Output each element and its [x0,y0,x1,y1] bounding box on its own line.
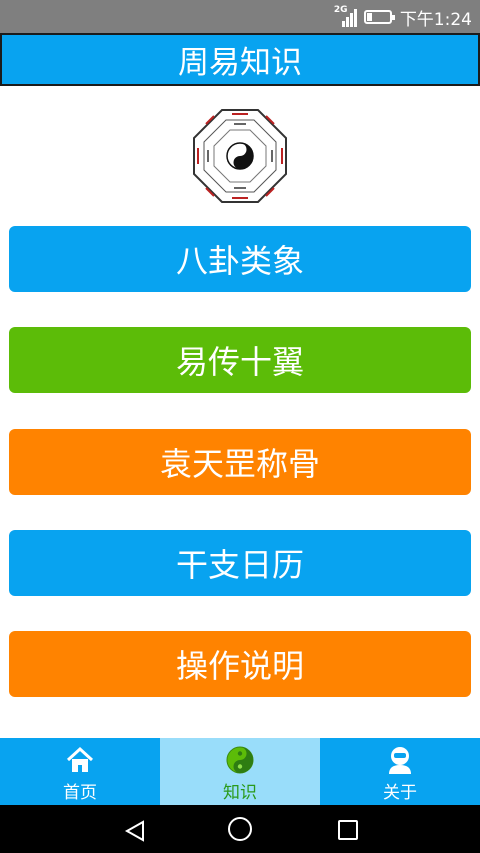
bottom-tab-bar: 首页 知识 关于 [0,738,480,805]
user-icon [389,747,411,774]
battery-icon [363,10,395,24]
bagua-leixiang-button[interactable]: 八卦类象 [9,226,471,292]
tab-home-label: 首页 [63,783,97,803]
yizhuan-shiyi-button[interactable]: 易传十翼 [9,327,471,393]
title-bar: 周易知识 [0,33,480,86]
recent-apps-icon[interactable] [338,820,358,840]
tab-about-label: 关于 [383,783,417,803]
instructions-button[interactable]: 操作说明 [9,631,471,697]
bagua-icon [193,109,287,203]
ganzhi-calendar-button[interactable]: 干支日历 [9,530,471,596]
yuantiangang-chenggu-button[interactable]: 袁天罡称骨 [9,429,471,495]
system-nav-bar [0,805,480,853]
yin-yang-icon [226,746,254,774]
tab-home[interactable]: 首页 [0,738,160,805]
status-time: 下午1:24 [399,9,472,30]
home-circle-icon[interactable] [228,817,252,841]
status-bar: 2G 下午1:24 [0,0,480,33]
network-type: 2G [333,5,348,15]
back-icon[interactable] [124,820,146,842]
tab-knowledge[interactable]: 知识 [160,738,320,805]
home-icon [66,746,94,772]
signal-icon: 2G [333,5,357,27]
tab-about[interactable]: 关于 [320,738,480,805]
tab-knowledge-label: 知识 [223,783,257,803]
page-title: 周易知识 [178,45,302,81]
